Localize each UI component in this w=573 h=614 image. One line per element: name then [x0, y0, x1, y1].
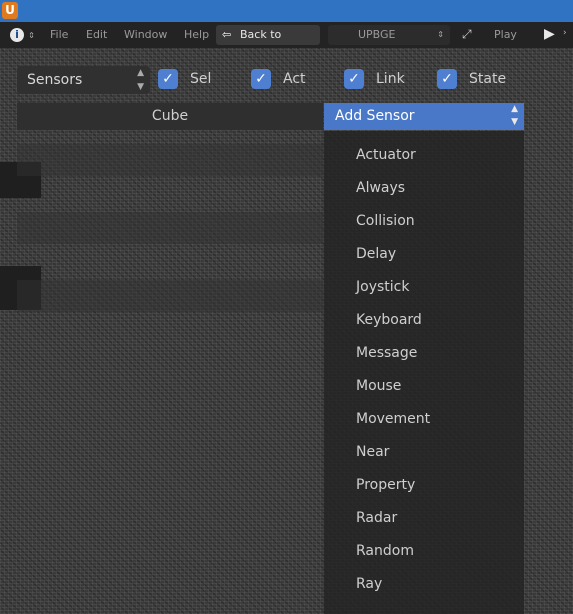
menu-item-ray[interactable]: Ray [356, 572, 516, 596]
fullscreen-icon[interactable]: ⤢ [462, 27, 472, 42]
play-label: Play [494, 28, 517, 41]
info-icon: i [10, 28, 24, 42]
add-sensor-dropdown[interactable]: Add Sensor ▲ ▼ [324, 103, 524, 130]
menu-item-delay[interactable]: Delay [356, 242, 516, 266]
menu-item-random[interactable]: Random [356, 539, 516, 563]
menu-item-movement[interactable]: Movement [356, 407, 516, 431]
menu-edit[interactable]: Edit [86, 27, 107, 43]
sel-checkbox[interactable]: ✓ [158, 69, 178, 89]
sensors-dropdown-label: Sensors [27, 72, 83, 88]
link-checkbox[interactable]: ✓ [344, 69, 364, 89]
menu-bar: i ⇕ File Edit Window Help ⇦ Back to Prev… [0, 22, 573, 61]
engine-selector[interactable]: UPBGE ⇕ [328, 25, 450, 45]
state-checkbox[interactable]: ✓ [437, 69, 457, 89]
back-arrow-icon: ⇦ [222, 28, 232, 41]
act-label: Act [283, 71, 306, 87]
menu-item-message[interactable]: Message [356, 341, 516, 365]
menu-help[interactable]: Help [184, 27, 209, 43]
sensor-panel-bar [17, 144, 323, 176]
chevron-updown-icon: ▲ ▼ [511, 104, 518, 127]
add-sensor-menu: Actuator Always Collision Delay Joystick… [324, 131, 524, 614]
chevron-updown-icon: ⇕ [28, 31, 35, 40]
info-button[interactable]: i ⇕ [10, 26, 36, 44]
sensor-panel-bar [17, 212, 323, 244]
title-bar: U [0, 0, 573, 22]
chevron-right-icon[interactable]: › [563, 28, 567, 38]
act-checkbox[interactable]: ✓ [251, 69, 271, 89]
sensors-dropdown[interactable]: Sensors ▲ ▼ [17, 66, 150, 94]
engine-label: UPBGE [358, 28, 396, 41]
menu-file[interactable]: File [50, 27, 68, 43]
back-to-previous-button[interactable]: ⇦ Back to Previous [216, 25, 320, 61]
menu-item-always[interactable]: Always [356, 176, 516, 200]
menu-item-collision[interactable]: Collision [356, 209, 516, 233]
app-logo-icon: U [2, 2, 18, 19]
object-name-button[interactable]: Cube [17, 103, 323, 130]
menu-item-property[interactable]: Property [356, 473, 516, 497]
menu-item-radar[interactable]: Radar [356, 506, 516, 530]
sel-label: Sel [190, 71, 212, 87]
add-sensor-label: Add Sensor [335, 108, 415, 124]
chevron-updown-icon: ⇕ [437, 30, 444, 39]
chevron-updown-icon: ▲ ▼ [137, 68, 144, 92]
menu-item-near[interactable]: Near [356, 440, 516, 464]
link-label: Link [376, 71, 405, 87]
menu-window[interactable]: Window [124, 27, 167, 43]
sensor-panel-bar [17, 280, 323, 312]
play-icon[interactable]: ▶ [544, 26, 555, 42]
menu-item-keyboard[interactable]: Keyboard [356, 308, 516, 332]
menu-item-actuator[interactable]: Actuator [356, 143, 516, 167]
menu-item-mouse[interactable]: Mouse [356, 374, 516, 398]
state-label: State [469, 71, 507, 87]
menu-item-joystick[interactable]: Joystick [356, 275, 516, 299]
